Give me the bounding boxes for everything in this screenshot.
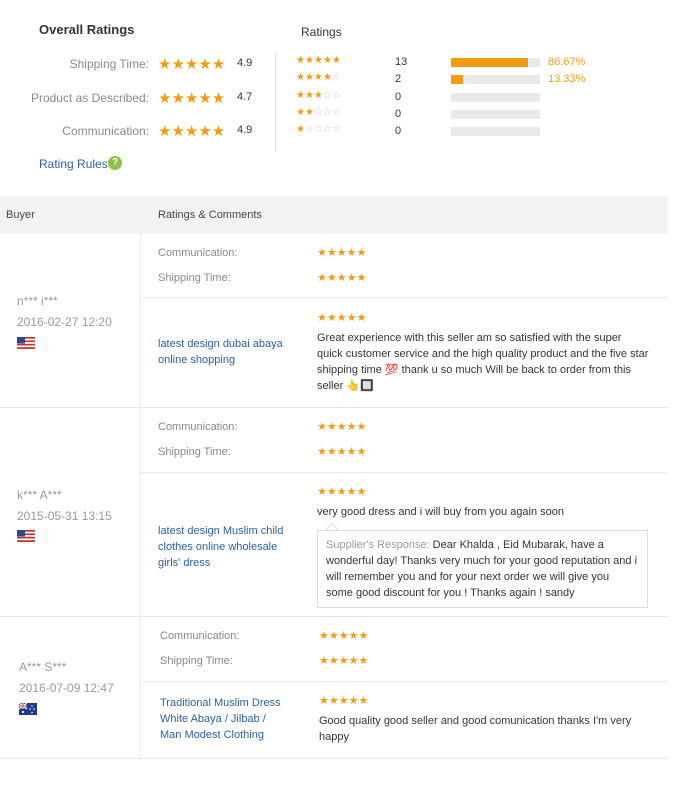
product-link[interactable]: latest design dubai abaya online shoppin…: [158, 336, 288, 368]
ratings-histogram-title: Ratings: [301, 25, 342, 39]
buyer-info: k*** A*** 2015-05-31 13:15: [0, 408, 141, 616]
communication-label: Communication:: [158, 247, 238, 259]
buyer-name: A*** S***: [19, 660, 67, 674]
product-described-score: 4.7: [237, 91, 253, 103]
star-rating-icon: ★★★★★: [158, 89, 226, 107]
product-described-label: Product as Described:: [30, 91, 149, 105]
product-link[interactable]: Traditional Muslim Dress White Abaya / J…: [160, 695, 290, 743]
communication-label: Communication:: [160, 630, 240, 642]
histogram-row-4-star: ★★★★☆ 2 13.33%: [296, 72, 636, 88]
review-comment: Great experience with this seller am so …: [317, 332, 649, 392]
review-divider: [141, 472, 668, 473]
histogram-count: 13: [395, 56, 408, 68]
us-flag-icon: [17, 530, 35, 542]
histogram-row-3-star: ★★★☆☆ 0: [296, 90, 636, 106]
review-divider: [141, 297, 668, 298]
histogram-count: 0: [395, 125, 402, 137]
communication-label: Communication:: [158, 421, 238, 433]
star-rating-icon: ★☆☆☆☆: [296, 124, 341, 135]
rating-rules-link[interactable]: Rating Rules: [39, 157, 108, 171]
star-rating-icon: ★★☆☆☆: [296, 107, 341, 118]
histogram-count: 0: [395, 108, 402, 120]
histogram-bar-fill: [451, 58, 529, 67]
histogram-count: 0: [395, 91, 402, 103]
histogram-row-1-star: ★☆☆☆☆ 0: [296, 124, 636, 140]
review-divider: [141, 681, 668, 682]
reviews-table-header: Buyer Ratings & Comments: [0, 196, 668, 234]
supplier-response: Supplier's Response: Dear Khalda , Eid M…: [317, 530, 648, 608]
star-rating-icon: ★★★★★: [158, 55, 226, 73]
star-rating-icon: ★★★★★: [317, 420, 367, 433]
review-row: A*** S*** 2016-07-09 12:47 Communication…: [0, 617, 668, 759]
communication-score: 4.9: [237, 124, 253, 136]
review-comment: very good dress and i will buy from you …: [317, 506, 565, 518]
histogram-bar: [451, 110, 540, 119]
star-rating-icon: ★★★★★: [317, 246, 367, 259]
star-rating-icon: ★★★☆☆: [296, 90, 341, 101]
histogram-percent: 13.33%: [548, 73, 586, 85]
review-date: 2016-07-09 12:47: [19, 681, 114, 695]
review-date: 2015-05-31 13:15: [17, 509, 112, 523]
summary-divider: [275, 52, 276, 152]
buyer-info: A*** S*** 2016-07-09 12:47: [0, 617, 141, 758]
help-icon[interactable]: ?: [108, 156, 122, 170]
star-rating-icon: ★★★★★: [319, 629, 369, 642]
buyer-name: n*** i***: [17, 294, 58, 308]
buyer-column-header: Buyer: [6, 209, 35, 221]
histogram-bar: [451, 75, 540, 84]
histogram-count: 2: [395, 73, 402, 85]
star-rating-icon: ★★★★★: [319, 694, 369, 707]
review-date: 2016-02-27 12:20: [17, 315, 112, 329]
review-comment: Good quality good seller and good comuni…: [319, 715, 632, 743]
overall-ratings-title: Overall Ratings: [39, 22, 135, 37]
shipping-time-rating: Shipping Time: ★★★★★ 4.9: [0, 55, 270, 75]
ratings-comments-column-header: Ratings & Comments: [158, 209, 262, 221]
star-rating-icon: ★★★★☆: [296, 72, 341, 83]
histogram-row-5-star: ★★★★★ 13 86.67%: [296, 55, 636, 71]
histogram-row-2-star: ★★☆☆☆ 0: [296, 107, 636, 123]
product-described-rating: Product as Described: ★★★★★ 4.7: [0, 89, 270, 109]
communication-rating: Communication: ★★★★★ 4.9: [0, 122, 270, 142]
shipping-time-label: Shipping Time:: [158, 272, 231, 284]
review-row: k*** A*** 2015-05-31 13:15 Communication…: [0, 408, 668, 617]
histogram-bar: [451, 127, 540, 136]
shipping-time-label: Shipping Time:: [69, 57, 149, 71]
star-rating-icon: ★★★★★: [317, 311, 367, 324]
histogram-percent: 86.67%: [548, 56, 586, 68]
review-row: n*** i*** 2016-02-27 12:20 Communication…: [0, 234, 668, 408]
supplier-response-label: Supplier's Response:: [326, 539, 430, 551]
buyer-name: k*** A***: [17, 488, 62, 502]
star-rating-icon: ★★★★★: [317, 271, 367, 284]
product-link[interactable]: latest design Muslim child clothes onlin…: [158, 523, 288, 571]
shipping-time-label: Shipping Time:: [160, 655, 233, 667]
star-rating-icon: ★★★★★: [296, 55, 341, 66]
histogram-bar: [451, 93, 540, 102]
us-flag-icon: [17, 337, 35, 349]
au-flag-icon: [19, 703, 37, 715]
shipping-time-label: Shipping Time:: [158, 446, 231, 458]
star-rating-icon: ★★★★★: [317, 485, 367, 498]
star-rating-icon: ★★★★★: [158, 122, 226, 140]
histogram-bar-fill: [451, 75, 463, 84]
buyer-info: n*** i*** 2016-02-27 12:20: [0, 234, 141, 407]
star-rating-icon: ★★★★★: [317, 445, 367, 458]
shipping-time-score: 4.9: [237, 57, 253, 69]
star-rating-icon: ★★★★★: [319, 654, 369, 667]
histogram-bar: [451, 58, 540, 67]
communication-label: Communication:: [62, 124, 149, 138]
